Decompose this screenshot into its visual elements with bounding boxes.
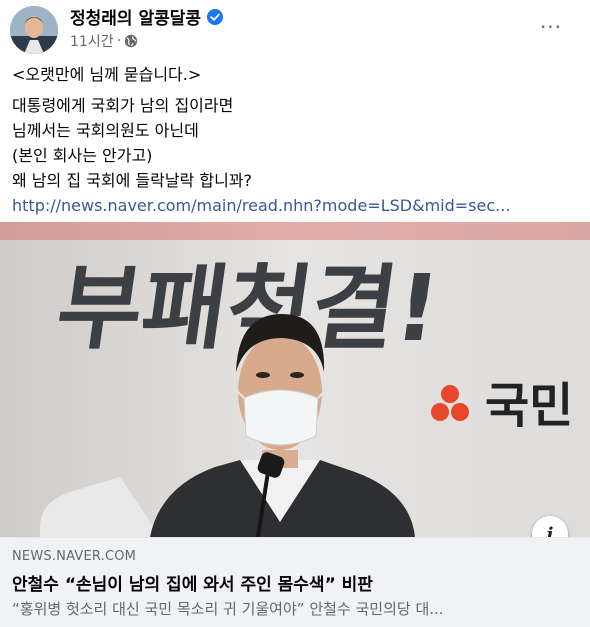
party-text: 국민 (485, 378, 573, 434)
post-text-line: (본인 회사는 안가고) (12, 146, 153, 165)
post-message: <오랫만에 님께 묻습니다.> 대통령에게 국회가 남의 집이라면 님께서는 국… (12, 62, 582, 218)
link-card[interactable]: NEWS.NAVER.COM 안철수 “손님이 남의 집에 와서 주인 몸수색”… (0, 537, 590, 627)
post-meta: 11시간 · (70, 31, 138, 51)
post-text-line: <오랫만에 님께 묻습니다.> (12, 65, 202, 84)
more-options-icon[interactable]: ··· (538, 14, 564, 40)
verified-badge-icon (207, 8, 224, 25)
meta-separator: · (116, 33, 122, 49)
post-time[interactable]: 11시간 (70, 31, 114, 51)
post-text-line: 대통령에게 국회가 남의 집이라면 (12, 96, 234, 115)
post-text-line: 님께서는 국회의원도 아닌데 (12, 121, 199, 140)
link-domain: NEWS.NAVER.COM (12, 549, 137, 564)
post-header: 정청래의 알콩달콩 11시간 · ··· (0, 0, 590, 58)
globe-icon[interactable] (124, 34, 138, 48)
link-preview-image[interactable]: 부패척결! 국민 (0, 222, 590, 537)
link-headline[interactable]: 안철수 “손님이 남의 집에 와서 주인 몸수색” 비판 (12, 570, 373, 595)
author-avatar[interactable] (10, 6, 58, 54)
link-description: “홍위병 헛소리 대신 국민 목소리 귀 기울여야” 안철수 국민의당 대... (12, 600, 444, 618)
post-text-line: 왜 남의 집 국회에 들락날락 합니꽈? (12, 171, 253, 190)
author-name[interactable]: 정청래의 알콩달콩 (70, 4, 224, 29)
post-link[interactable]: http://news.naver.com/main/read.nhn?mode… (12, 193, 582, 218)
author-name-text[interactable]: 정청래의 알콩달콩 (70, 4, 201, 29)
